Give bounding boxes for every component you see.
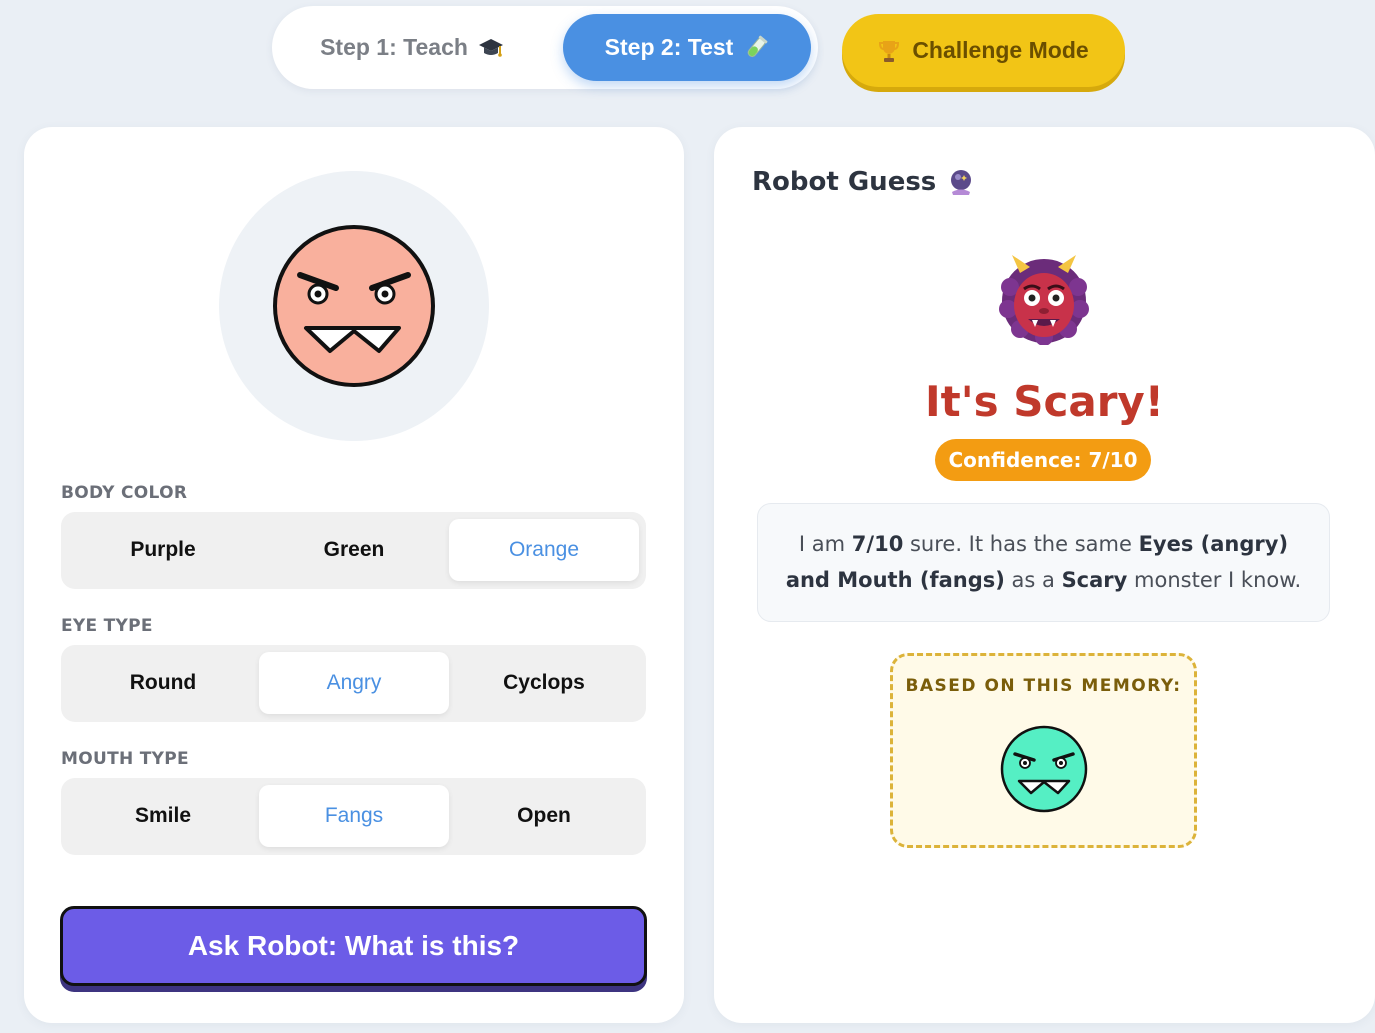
robot-guess-title: Robot Guess	[752, 167, 974, 197]
eye-type-option-angry[interactable]: Angry	[259, 652, 449, 714]
mouth-type-option-fangs[interactable]: Fangs	[259, 785, 449, 847]
tab-step1-label: Step 1: Teach	[320, 34, 468, 60]
eye-type-option-cyclops[interactable]: Cyclops	[449, 652, 639, 714]
body-color-option-green[interactable]: Green	[259, 519, 449, 581]
body-color-option-orange[interactable]: Orange	[449, 519, 639, 581]
guess-verdict: It's Scary!	[925, 377, 1164, 426]
orange-monster-face	[273, 225, 435, 387]
eye-type-label: EYE TYPE	[61, 616, 153, 636]
body-color-label: BODY COLOR	[61, 483, 188, 503]
guess-explanation: I am 7/10 sure. It has the same Eyes (an…	[757, 503, 1330, 622]
ask-robot-button[interactable]: Ask Robot: What is this?	[60, 906, 647, 986]
trophy-icon	[878, 39, 900, 63]
explanation-text-3: as a	[1004, 568, 1062, 592]
eye-type-option-round[interactable]: Round	[68, 652, 258, 714]
app-page: Step 1: Teach Step 2: Test Challenge Mod…	[0, 0, 1375, 1033]
crystal-ball-icon	[948, 168, 974, 196]
explanation-text-2: sure. It has the same	[903, 532, 1139, 556]
explanation-text-4: monster I know.	[1127, 568, 1302, 592]
eye-type-selector: Round Angry Cyclops	[61, 645, 646, 722]
test-tube-icon	[743, 35, 769, 61]
robot-guess-title-text: Robot Guess	[752, 167, 937, 197]
tab-step2-label: Step 2: Test	[604, 34, 734, 60]
confidence-badge: Confidence: 7/10	[935, 439, 1151, 481]
memory-monster-face	[999, 724, 1089, 814]
monster-builder-card: BODY COLOR Purple Green Orange EYE TYPE …	[24, 127, 684, 1023]
mouth-type-option-smile[interactable]: Smile	[68, 785, 258, 847]
explanation-score: 7/10	[851, 532, 904, 556]
body-color-selector: Purple Green Orange	[61, 512, 646, 589]
mouth-type-option-open[interactable]: Open	[449, 785, 639, 847]
robot-guess-card: Robot Guess It's Scary! Confidence: 7/10…	[714, 127, 1375, 1023]
mouth-type-label: MOUTH TYPE	[61, 749, 189, 769]
memory-box: BASED ON THIS MEMORY:	[890, 653, 1197, 848]
tab-step2-test[interactable]: Step 2: Test	[563, 14, 811, 81]
explanation-text-1: I am	[798, 532, 852, 556]
graduation-cap-icon	[478, 36, 504, 60]
challenge-mode-button[interactable]: Challenge Mode	[842, 14, 1125, 87]
mouth-type-selector: Smile Fangs Open	[61, 778, 646, 855]
monster-preview	[219, 171, 489, 441]
memory-label: BASED ON THIS MEMORY:	[905, 676, 1182, 696]
ogre-icon	[998, 253, 1090, 346]
explanation-category: Scary	[1061, 568, 1128, 592]
body-color-option-purple[interactable]: Purple	[68, 519, 258, 581]
step-tabs: Step 1: Teach Step 2: Test	[272, 6, 818, 89]
tab-step1-teach[interactable]: Step 1: Teach	[282, 14, 542, 81]
challenge-mode-label: Challenge Mode	[912, 37, 1089, 63]
